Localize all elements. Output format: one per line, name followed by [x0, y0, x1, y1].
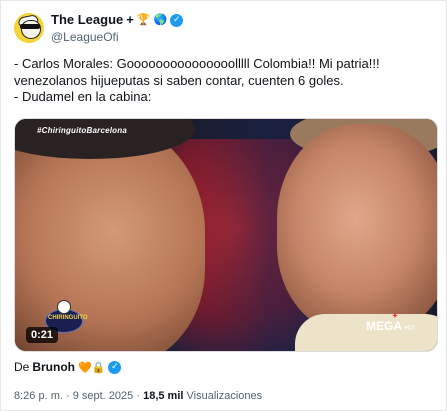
verified-badge-icon[interactable]: ✓: [170, 13, 184, 27]
tweet-time-link[interactable]: 8:26 p. m.: [14, 390, 63, 402]
mega-logo-icon: MEGA HD ✦: [366, 313, 415, 333]
views-count: 18,5 mil: [143, 390, 184, 402]
author-name[interactable]: The League: [51, 12, 123, 28]
video-duration-badge: 0:21: [26, 327, 59, 343]
video-hashtag-overlay: #ChiringuitoBarcelona: [37, 126, 127, 135]
author-row[interactable]: The League + 🏆 🌎 ✓: [51, 12, 184, 28]
tweet-text-line: - Dudamel en la cabina:: [14, 89, 152, 104]
video-attribution: De Brunoh 🧡🔒 ✓: [14, 360, 122, 374]
meta-separator: ·: [136, 390, 141, 402]
author-suffix: +: [126, 12, 134, 27]
tweet-text: - Carlos Morales: Gooooooooooooooolllll …: [14, 56, 434, 106]
globe-icon: 🌎: [153, 13, 168, 26]
trophy-icon: 🏆: [136, 13, 151, 26]
heart-lock-icon: 🧡🔒: [78, 360, 106, 374]
ball-icon: [57, 300, 71, 314]
tweet-card[interactable]: The League + 🏆 🌎 ✓ @LeagueOfi - Carlos M…: [0, 0, 447, 411]
tweet-meta: 8:26 p. m. · 9 sept. 2025 · 18,5 mil Vis…: [14, 390, 262, 402]
logo-left-text: CHIRINGUITO: [48, 315, 88, 321]
tweet-text-line: venezolanos hijueputas si saben contar, …: [14, 72, 344, 88]
avatar-face-shape: [21, 20, 41, 39]
avatar-glasses-shape: [20, 24, 40, 29]
tweet-text-line: - Carlos Morales: Gooooooooooooooolllll …: [14, 56, 380, 71]
attribution-user-link[interactable]: Brunoh: [32, 360, 75, 374]
attribution-prefix: De: [14, 360, 30, 374]
video-person-right: [277, 124, 437, 334]
views-label: Visualizaciones: [186, 390, 263, 402]
verified-badge-icon: ✓: [108, 360, 122, 374]
author-handle[interactable]: @LeagueOfi: [51, 29, 183, 45]
meta-separator: ·: [65, 390, 70, 402]
logo-right-sub: HD: [404, 325, 415, 332]
tweet-header: The League + 🏆 🌎 ✓ @LeagueOfi: [51, 12, 184, 45]
video-player[interactable]: #ChiringuitoBarcelona CHIRINGUITO 0:21 M…: [14, 118, 438, 352]
logo-right-text: MEGA: [366, 319, 402, 333]
avatar[interactable]: [14, 13, 44, 43]
star-icon: ✦: [392, 313, 398, 320]
tweet-date-link[interactable]: 9 sept. 2025: [73, 390, 134, 402]
